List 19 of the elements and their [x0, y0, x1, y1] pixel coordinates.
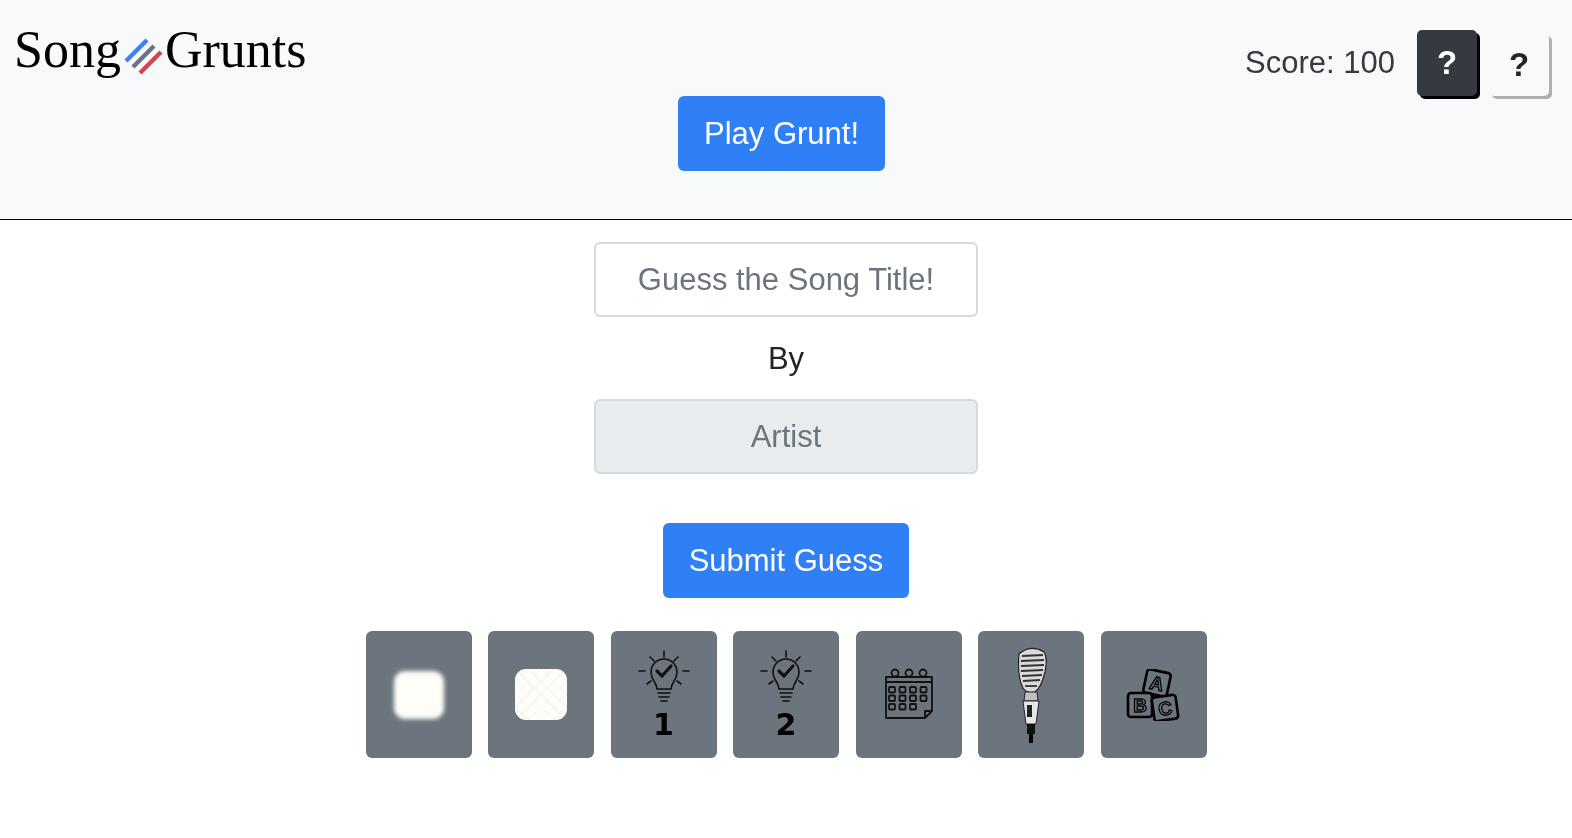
help-button[interactable]: ?	[1489, 33, 1549, 96]
hint-button[interactable]: 2	[733, 631, 839, 758]
help-button[interactable]: ?	[1417, 30, 1477, 96]
logo-stripes-icon	[122, 36, 163, 76]
hint-button[interactable]	[855, 631, 962, 758]
hint-button[interactable]: A B C	[1100, 631, 1207, 758]
logo-text: Song	[14, 24, 121, 76]
blurred-square-icon	[393, 670, 444, 719]
hint-button[interactable]	[978, 631, 1084, 758]
hint-button[interactable]: 1	[610, 631, 717, 758]
title-input-field[interactable]: Guess the Song Title!	[594, 242, 978, 317]
hint-button[interactable]	[488, 631, 594, 758]
submit-button[interactable]: Submit Guess	[662, 523, 910, 598]
rounded-tile-icon	[515, 669, 567, 720]
hint-button[interactable]	[365, 631, 472, 758]
play-button[interactable]: Play Grunt!	[677, 96, 886, 171]
logo-text: Grunts	[164, 24, 307, 76]
by-label: By	[767, 340, 805, 378]
score-text: Score: 100	[1245, 45, 1395, 81]
